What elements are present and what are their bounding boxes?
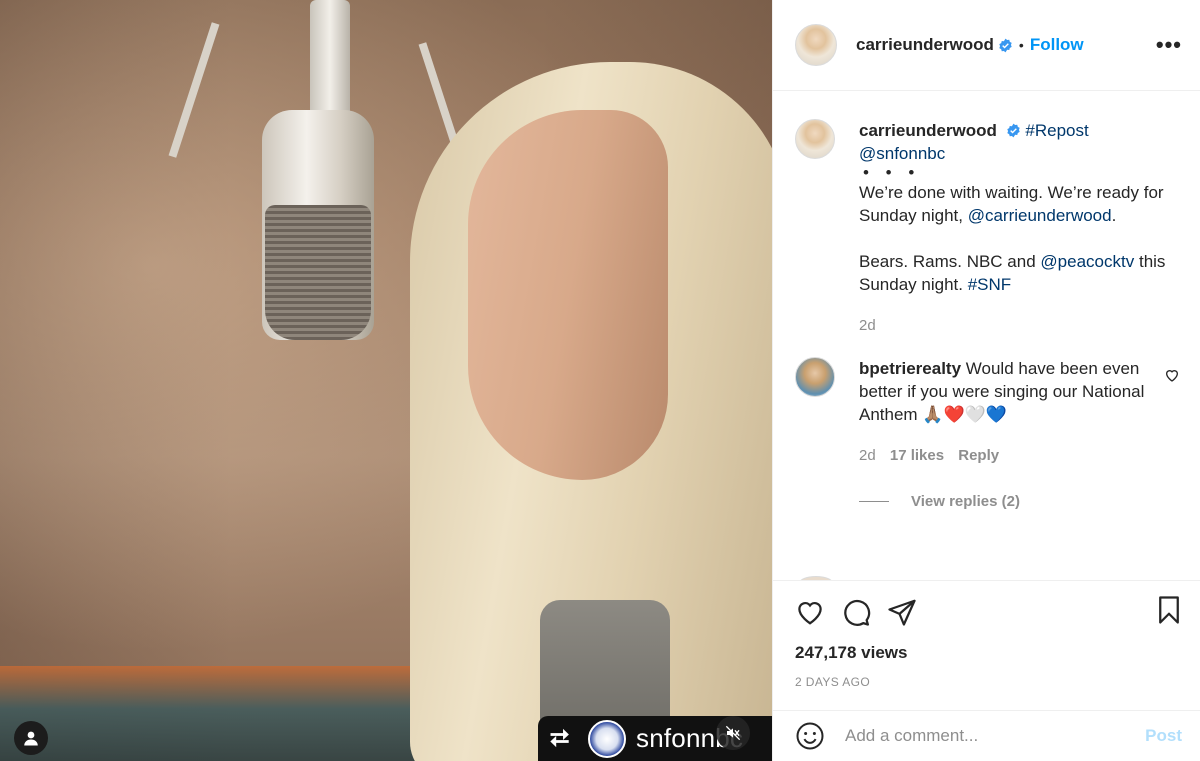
caption-username[interactable]: carrieunderwood [859, 121, 997, 140]
views-count[interactable]: 247,178 views [795, 643, 1200, 663]
post-header: carrieunderwood • Follow ••• [773, 0, 1200, 91]
repost-hashtag[interactable]: #Repost [1025, 121, 1088, 140]
comment-likes[interactable]: 17 likes [890, 447, 944, 464]
mention-link[interactable]: @carrieunderwood [968, 206, 1112, 225]
view-replies-label: View replies (2) [911, 493, 1020, 510]
avatar[interactable] [795, 119, 835, 159]
verified-icon [1006, 123, 1020, 138]
comments-list[interactable]: carrieunderwood #Repost @snfonnbc • • • … [773, 92, 1200, 580]
singer-face [468, 110, 668, 480]
background-stripe [0, 666, 470, 761]
follow-button[interactable]: Follow [1030, 35, 1084, 55]
hashtag-link[interactable]: #SNF [968, 275, 1011, 294]
caption-period: . [1111, 206, 1117, 225]
user-tag-button[interactable] [14, 721, 48, 755]
separator: • [1018, 37, 1024, 53]
mention-link[interactable]: @peacocktv [1040, 252, 1134, 271]
comment-icon[interactable] [841, 597, 871, 627]
caption: carrieunderwood #Repost @snfonnbc • • • … [795, 119, 1180, 337]
avatar[interactable] [795, 357, 835, 397]
post-viewer: ⮂ snfonnbc carrieunderwood • Follow ••• … [0, 0, 1200, 761]
comment-form: Add a comment... Post [773, 710, 1200, 761]
microphone-grill [265, 205, 371, 340]
repost-icon: ⮂ [550, 724, 570, 752]
post-button[interactable]: Post [1145, 726, 1182, 746]
mute-icon [725, 725, 741, 741]
emoji-icon[interactable] [795, 721, 825, 751]
comment-like-icon[interactable] [1164, 367, 1180, 383]
view-replies-button[interactable]: View replies (2) [859, 493, 1180, 510]
repost-handle-link[interactable]: @snfonnbc [859, 144, 945, 163]
mute-button[interactable] [716, 716, 750, 750]
comment: bpetrierealty Would have been even bette… [795, 357, 1180, 467]
comment-username[interactable]: bpetrierealty [859, 359, 961, 378]
comment-input[interactable]: Add a comment... [845, 726, 1145, 746]
avatar[interactable] [795, 24, 837, 66]
more-icon[interactable]: ••• [1156, 32, 1182, 58]
header-username[interactable]: carrieunderwood [856, 35, 994, 55]
replies-divider [859, 501, 889, 502]
verified-icon [999, 38, 1012, 52]
caption-text: Bears. Rams. NBC and [859, 252, 1036, 271]
caption-ellipsis: • • • [863, 163, 921, 182]
reply-button[interactable]: Reply [958, 447, 999, 464]
heart-icon[interactable] [795, 597, 825, 627]
bookmark-icon[interactable] [1154, 595, 1184, 625]
post-sidebar: carrieunderwood • Follow ••• carrieunder… [772, 0, 1200, 761]
user-tag-icon [24, 731, 38, 746]
video-player[interactable]: ⮂ snfonnbc [0, 0, 772, 761]
caption-time[interactable]: 2d [859, 317, 876, 334]
comment-time[interactable]: 2d [859, 447, 876, 464]
post-date: 2 DAYS AGO [795, 675, 871, 689]
post-actions: 247,178 views 2 DAYS AGO [773, 580, 1200, 689]
share-icon[interactable] [887, 597, 917, 627]
snf-logo [588, 719, 626, 758]
